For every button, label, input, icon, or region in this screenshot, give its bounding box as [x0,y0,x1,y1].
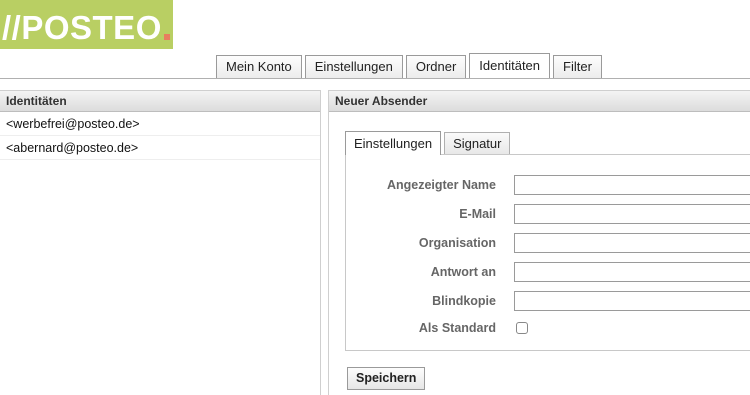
reply-to-input[interactable] [514,262,750,282]
email-input[interactable] [514,204,750,224]
identity-item[interactable]: <abernard@posteo.de> [0,136,320,160]
default-checkbox[interactable] [516,322,528,334]
row-bcc: Blindkopie [346,290,750,312]
save-button[interactable]: Speichern [347,367,426,390]
identities-header: Identitäten [0,91,320,112]
identity-list: <werbefrei@posteo.de> <abernard@posteo.d… [0,112,320,160]
row-reply-to: Antwort an [346,261,750,283]
row-organisation: Organisation [346,232,750,254]
logo-text: //POSTEO [2,9,162,46]
sender-tabs: Einstellungen Signatur [345,131,513,155]
row-display-name: Angezeigter Name [346,174,750,196]
organisation-input[interactable] [514,233,750,253]
row-default: Als Standard [346,317,750,339]
tab-mein-konto[interactable]: Mein Konto [216,55,302,78]
bcc-input[interactable] [514,291,750,311]
identity-item[interactable]: <werbefrei@posteo.de> [0,112,320,136]
main-tabs: Mein Konto Einstellungen Ordner Identitä… [216,53,605,78]
display-name-label: Angezeigter Name [386,178,496,192]
organisation-label: Organisation [418,236,496,250]
posteo-logo[interactable]: //POSTEO [0,0,173,49]
tab-filter[interactable]: Filter [553,55,602,78]
email-label: E-Mail [459,207,496,221]
tab-ordner[interactable]: Ordner [405,55,467,78]
reply-to-label: Antwort an [430,265,496,279]
row-email: E-Mail [346,203,750,225]
identities-panel: Identitäten <werbefrei@posteo.de> <abern… [0,90,321,395]
new-sender-header: Neuer Absender [329,91,750,112]
form-box: Angezeigter Name E-Mail Organisation Ant… [345,154,750,351]
bcc-label: Blindkopie [432,294,496,308]
tabs-divider [0,78,750,79]
new-sender-panel: Neuer Absender Angezeigter Name E-Mail O… [328,90,750,395]
display-name-input[interactable] [514,175,750,195]
tab-einstellungen[interactable]: Einstellungen [304,55,403,78]
tab-identitaeten[interactable]: Identitäten [469,53,551,78]
tab-sender-signatur[interactable]: Signatur [444,132,511,154]
default-label: Als Standard [418,321,496,335]
tab-sender-einstellungen[interactable]: Einstellungen [345,131,442,155]
logo-dot [164,34,170,40]
